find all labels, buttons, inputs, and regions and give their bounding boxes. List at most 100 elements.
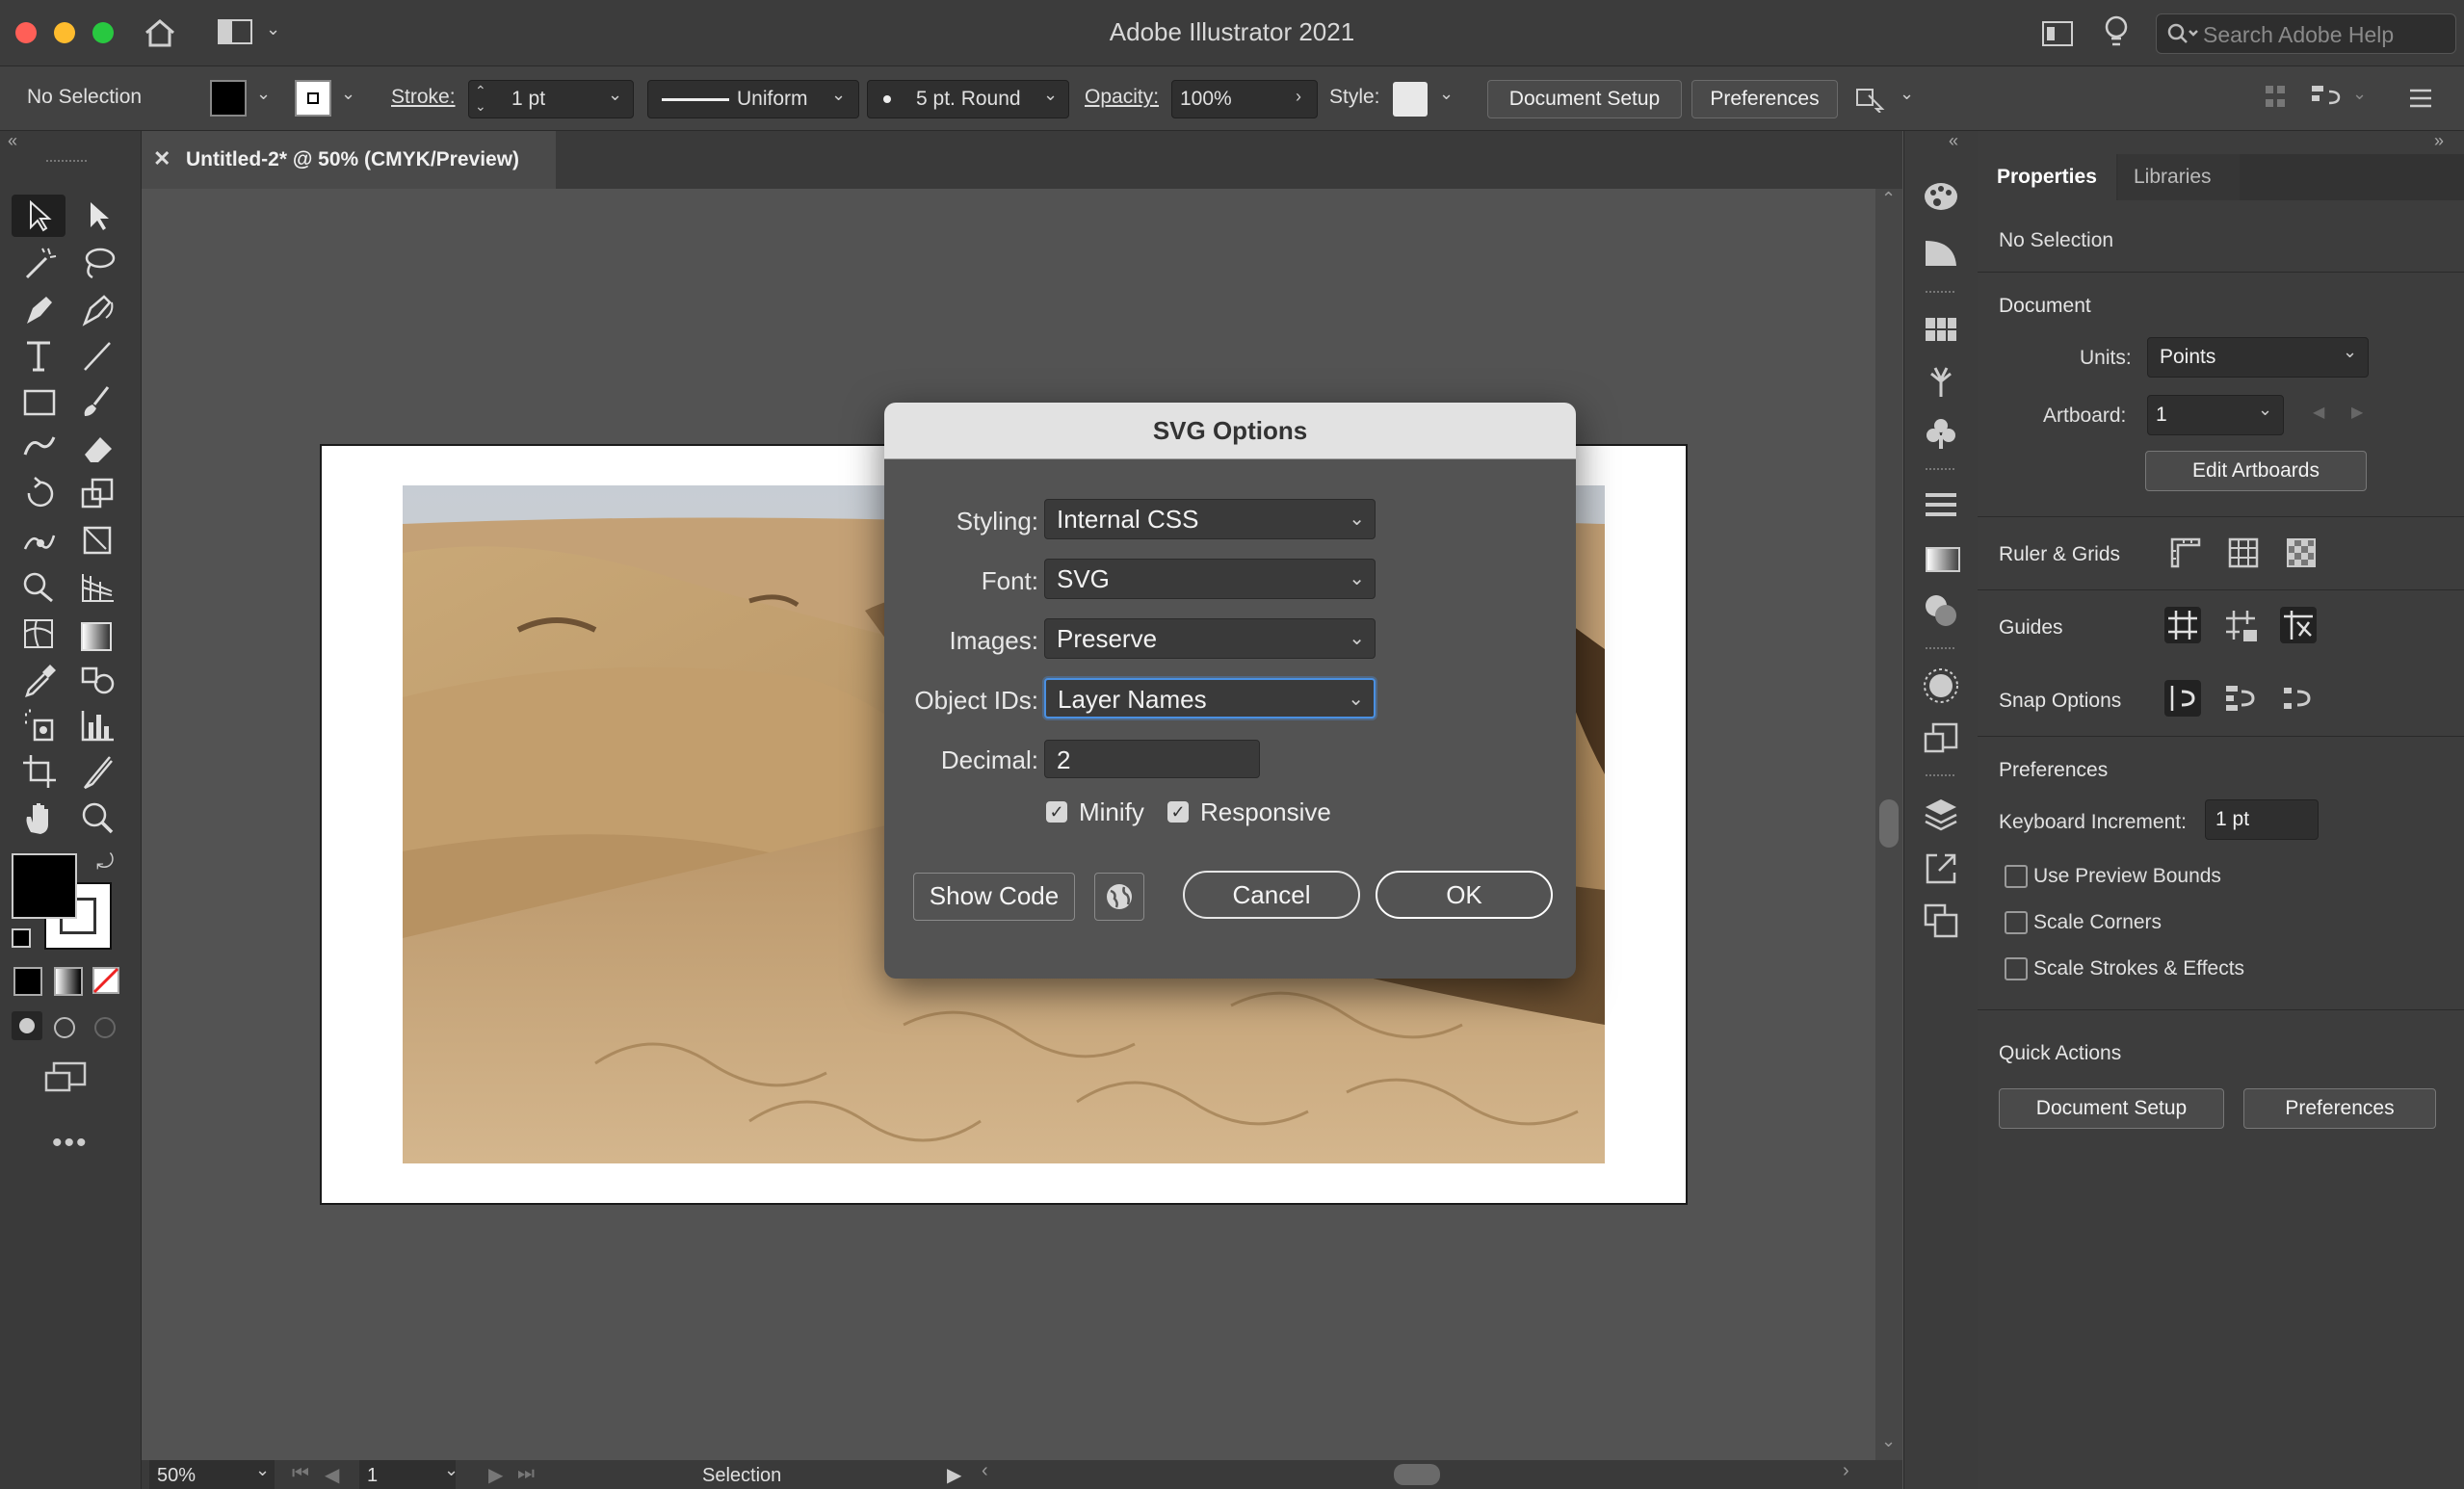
- chevron-down-icon[interactable]: ⌄: [1900, 84, 1914, 104]
- perspective-grid-tool[interactable]: [77, 566, 119, 609]
- first-artboard-icon[interactable]: ⏮: [292, 1463, 309, 1485]
- lock-guides-icon[interactable]: [2222, 607, 2261, 645]
- symbol-sprayer-tool[interactable]: [19, 705, 62, 747]
- next-artboard-icon[interactable]: ▶: [488, 1463, 503, 1487]
- shaper-tool[interactable]: [19, 428, 62, 470]
- draw-behind-icon[interactable]: [54, 1017, 75, 1038]
- curvature-tool[interactable]: [77, 289, 119, 331]
- scroll-up-icon[interactable]: ⌃: [1881, 189, 1896, 209]
- grid-icon[interactable]: [2224, 534, 2263, 572]
- symbols-icon[interactable]: [1922, 416, 1960, 451]
- free-transform-tool[interactable]: [77, 520, 119, 562]
- screen-mode-icon[interactable]: [44, 1061, 89, 1096]
- appearance-icon[interactable]: [1922, 666, 1960, 705]
- fill-color-box[interactable]: [12, 853, 77, 919]
- collapse-panel-icon[interactable]: «: [8, 131, 17, 151]
- line-segment-tool[interactable]: [77, 335, 119, 378]
- direct-selection-tool[interactable]: [77, 195, 119, 237]
- stroke-panel-icon[interactable]: [1922, 487, 1960, 522]
- opacity-field[interactable]: 100% ›: [1171, 80, 1318, 118]
- brush-definition-select[interactable]: 5 pt. Round ⌄: [867, 80, 1069, 118]
- opacity-label[interactable]: Opacity:: [1085, 86, 1159, 109]
- graphic-style-swatch[interactable]: [1393, 82, 1428, 117]
- stroke-weight-field[interactable]: ⌃ ⌄ 1 pt ⌄: [468, 80, 634, 118]
- snap-to-glyph-icon[interactable]: [2280, 680, 2319, 718]
- type-tool[interactable]: [19, 335, 62, 378]
- chevron-down-icon[interactable]: ⌄: [444, 1460, 459, 1480]
- horizontal-scroll-thumb[interactable]: [1394, 1464, 1440, 1485]
- blend-tool[interactable]: [77, 659, 119, 701]
- selection-tool[interactable]: [12, 195, 66, 237]
- transparency-icon[interactable]: [1922, 591, 1960, 630]
- next-artboard-icon[interactable]: ▶: [2351, 403, 2363, 422]
- decimal-field[interactable]: 2: [1044, 740, 1260, 778]
- collapse-properties-icon[interactable]: »: [2434, 131, 2444, 151]
- lightbulb-icon[interactable]: [2104, 15, 2129, 50]
- tab-libraries[interactable]: Libraries: [2118, 154, 2240, 200]
- layers-icon[interactable]: [1922, 796, 1960, 834]
- ok-button[interactable]: OK: [1376, 871, 1553, 919]
- keyboard-increment-field[interactable]: 1 pt: [2205, 799, 2319, 840]
- edit-toolbar-icon[interactable]: •••: [52, 1127, 89, 1160]
- swap-fill-stroke-icon[interactable]: ⤾: [96, 849, 114, 875]
- draw-inside-icon[interactable]: [94, 1017, 116, 1038]
- scroll-left-icon[interactable]: ‹: [982, 1460, 988, 1482]
- smart-guides-icon[interactable]: [2280, 607, 2317, 643]
- arrange-documents-icon[interactable]: [2042, 21, 2073, 46]
- rotate-tool[interactable]: [19, 474, 62, 516]
- zoom-field[interactable]: 50% ⌄: [149, 1460, 275, 1489]
- align-icon[interactable]: [2264, 84, 2289, 113]
- show-code-button[interactable]: Show Code: [913, 873, 1075, 921]
- scroll-down-icon[interactable]: ⌄: [1881, 1431, 1896, 1451]
- default-fill-stroke-icon[interactable]: [12, 928, 31, 948]
- panel-menu-icon[interactable]: [2408, 88, 2433, 109]
- pen-tool[interactable]: [19, 289, 62, 331]
- scroll-thumb[interactable]: [1879, 799, 1899, 848]
- snap-icon[interactable]: [2310, 84, 2348, 113]
- mesh-tool[interactable]: [19, 613, 62, 655]
- eraser-tool[interactable]: [77, 428, 119, 470]
- previous-artboard-icon[interactable]: ◀: [2313, 403, 2324, 422]
- chevron-down-icon[interactable]: ⌄: [2258, 400, 2272, 420]
- vertical-scrollbar[interactable]: ⌃ ⌄: [1875, 189, 1902, 1460]
- object-ids-select[interactable]: Layer Names ⌄: [1044, 678, 1376, 718]
- responsive-checkbox[interactable]: ✓: [1167, 801, 1189, 823]
- ruler-icon[interactable]: [2166, 534, 2205, 572]
- transparency-grid-icon[interactable]: [2282, 534, 2320, 572]
- status-menu-icon[interactable]: ▶: [947, 1463, 961, 1487]
- warp-tool[interactable]: [19, 520, 62, 562]
- none-mode-icon[interactable]: [92, 967, 121, 996]
- rectangle-tool[interactable]: [19, 381, 62, 424]
- zoom-tool[interactable]: [77, 797, 119, 840]
- gradient-tool[interactable]: [81, 622, 112, 651]
- asset-export-icon[interactable]: [1922, 849, 1960, 888]
- eyedropper-tool[interactable]: [19, 659, 62, 701]
- select-similar-icon[interactable]: [1855, 84, 1888, 113]
- scroll-right-icon[interactable]: ›: [1843, 1460, 1849, 1482]
- units-select[interactable]: Points ⌄: [2147, 337, 2369, 378]
- images-select[interactable]: Preserve ⌄: [1044, 618, 1376, 659]
- slice-tool[interactable]: [77, 751, 119, 794]
- fill-chevron-icon[interactable]: ⌄: [256, 84, 271, 104]
- artboard-tool[interactable]: [19, 751, 62, 794]
- color-panel-icon[interactable]: [1922, 179, 1960, 214]
- swatches-icon[interactable]: [1922, 312, 1960, 347]
- document-tab[interactable]: ✕ Untitled-2* @ 50% (CMYK/Preview): [142, 131, 556, 189]
- chevron-down-icon[interactable]: ⌄: [255, 1460, 270, 1480]
- artboard-nav-field[interactable]: 1: [359, 1460, 456, 1489]
- font-select[interactable]: SVG ⌄: [1044, 559, 1376, 599]
- fill-swatch[interactable]: [210, 80, 247, 117]
- preferences-button[interactable]: Preferences: [1691, 80, 1838, 118]
- close-tab-icon[interactable]: ✕: [153, 146, 170, 171]
- brushes-icon[interactable]: [1922, 364, 1960, 399]
- qa-preferences-button[interactable]: Preferences: [2243, 1088, 2436, 1129]
- scale-corners-checkbox[interactable]: [2005, 911, 2028, 934]
- variable-width-profile-select[interactable]: Uniform ⌄: [647, 80, 859, 118]
- show-guides-icon[interactable]: [2164, 607, 2201, 643]
- web-preview-button[interactable]: [1094, 873, 1144, 921]
- collapse-dock-icon[interactable]: «: [1949, 131, 1958, 151]
- help-search-field[interactable]: Search Adobe Help: [2156, 13, 2456, 54]
- tab-properties[interactable]: Properties: [1978, 154, 2116, 200]
- graphic-styles-icon[interactable]: [1922, 720, 1960, 759]
- shape-builder-tool[interactable]: [19, 566, 62, 609]
